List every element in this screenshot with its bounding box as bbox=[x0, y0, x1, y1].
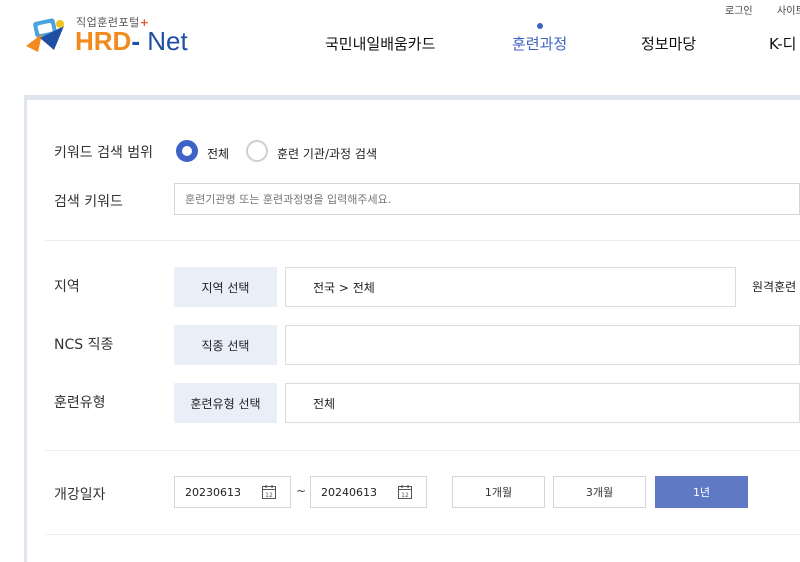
region-value-field[interactable]: 전국 > 전체 bbox=[285, 267, 736, 307]
training-type-value-field[interactable]: 전체 bbox=[285, 383, 800, 423]
start-date-label: 개강일자 bbox=[54, 487, 106, 503]
scope-all-label[interactable]: 전체 bbox=[207, 145, 229, 162]
period-1-year-button[interactable]: 1년 bbox=[655, 476, 748, 508]
divider bbox=[45, 534, 800, 535]
region-label: 지역 bbox=[54, 279, 80, 295]
training-type-select-button[interactable]: 훈련유형 선택 bbox=[174, 383, 277, 423]
site-header: 직업훈련포털+ HRD- Net 로그인 사이트 국민내일배움카드 훈련과정 정… bbox=[0, 0, 800, 95]
svg-text:12: 12 bbox=[265, 492, 273, 499]
keyword-search-input[interactable] bbox=[174, 183, 800, 215]
nav-item-info[interactable]: 정보마당 bbox=[641, 33, 696, 54]
scope-institution-label[interactable]: 훈련 기관/과정 검색 bbox=[277, 145, 377, 162]
start-date-value: 20230613 bbox=[185, 485, 241, 499]
logo-mark-icon bbox=[26, 18, 64, 52]
keyword-label: 검색 키워드 bbox=[54, 194, 123, 210]
period-1-month-button[interactable]: 1개월 bbox=[452, 476, 545, 508]
scope-label: 키워드 검색 범위 bbox=[54, 145, 154, 161]
nav-item-k-digital[interactable]: K-디 bbox=[769, 33, 796, 54]
end-date-value: 20240613 bbox=[321, 485, 377, 499]
svg-text:12: 12 bbox=[401, 492, 409, 499]
remote-training-label[interactable]: 원격훈련 bbox=[752, 278, 796, 295]
sitemap-link[interactable]: 사이트 bbox=[777, 2, 800, 17]
region-select-button[interactable]: 지역 선택 bbox=[174, 267, 277, 307]
active-nav-indicator bbox=[537, 23, 543, 29]
scope-all-radio[interactable] bbox=[176, 140, 198, 162]
training-type-label: 훈련유형 bbox=[54, 395, 106, 411]
ncs-label: NCS 직종 bbox=[54, 337, 114, 353]
login-link[interactable]: 로그인 bbox=[725, 2, 753, 17]
nav-item-training-courses[interactable]: 훈련과정 bbox=[512, 33, 567, 54]
calendar-icon[interactable]: 12 bbox=[397, 484, 413, 500]
calendar-icon[interactable]: 12 bbox=[261, 484, 277, 500]
ncs-value-field[interactable] bbox=[285, 325, 800, 365]
date-range-separator: ~ bbox=[296, 484, 307, 498]
ncs-select-button[interactable]: 직종 선택 bbox=[174, 325, 277, 365]
period-3-months-button[interactable]: 3개월 bbox=[553, 476, 646, 508]
hrd-net-logo[interactable]: 직업훈련포털+ HRD- Net bbox=[24, 12, 194, 56]
logo-wordmark: HRD- Net bbox=[75, 26, 188, 56]
end-date-input[interactable]: 20240613 12 bbox=[310, 476, 427, 508]
start-date-input[interactable]: 20230613 12 bbox=[174, 476, 291, 508]
scope-institution-radio[interactable] bbox=[246, 140, 268, 162]
divider bbox=[45, 450, 800, 451]
divider bbox=[45, 240, 800, 241]
nav-item-learning-card[interactable]: 국민내일배움카드 bbox=[325, 33, 435, 54]
